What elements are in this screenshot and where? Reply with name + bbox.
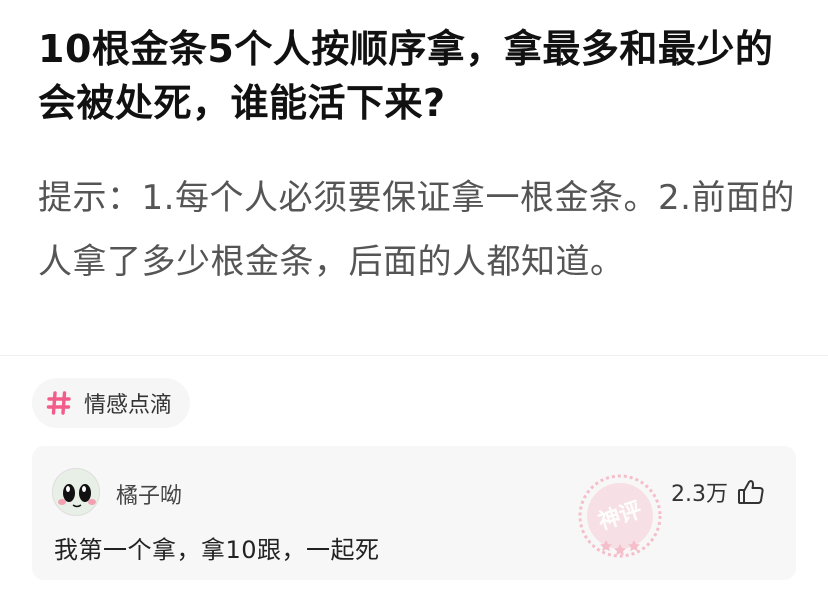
post-hint: 提示：1.每个人必须要保证拿一根金条。2.前面的人拿了多少根金条，后面的人都知道… [38, 178, 795, 282]
post-card[interactable]: 10根金条5个人按顺序拿，拿最多和最少的会被处死，谁能活下来? 提示：1.每个人… [0, 0, 828, 356]
thumbs-up-icon [738, 480, 764, 504]
hash-icon [46, 391, 71, 415]
comment-username[interactable]: 橘子呦 [116, 478, 182, 510]
post-title: 10根金条5个人按顺序拿，拿最多和最少的会被处死，谁能活下来? [38, 27, 774, 125]
like-button[interactable]: 2.3万 [671, 476, 766, 508]
topic-tag-label: 情感点滴 [84, 393, 173, 418]
topic-tag-chip[interactable]: 情感点滴 [32, 378, 191, 428]
hot-comment-stamp: 神评 [578, 474, 662, 558]
avatar[interactable] [52, 468, 100, 516]
cartoon-face-icon [53, 469, 99, 515]
top-comment-card[interactable]: 橘子呦 神评 2.3万 我第一个拿，拿10跟，一起死 [32, 446, 796, 580]
page: 10根金条5个人按顺序拿，拿最多和最少的会被处死，谁能活下来? 提示：1.每个人… [0, 0, 828, 591]
like-count: 2.3万 [671, 482, 728, 507]
comment-text: 我第一个拿，拿10跟，一起死 [54, 536, 380, 564]
